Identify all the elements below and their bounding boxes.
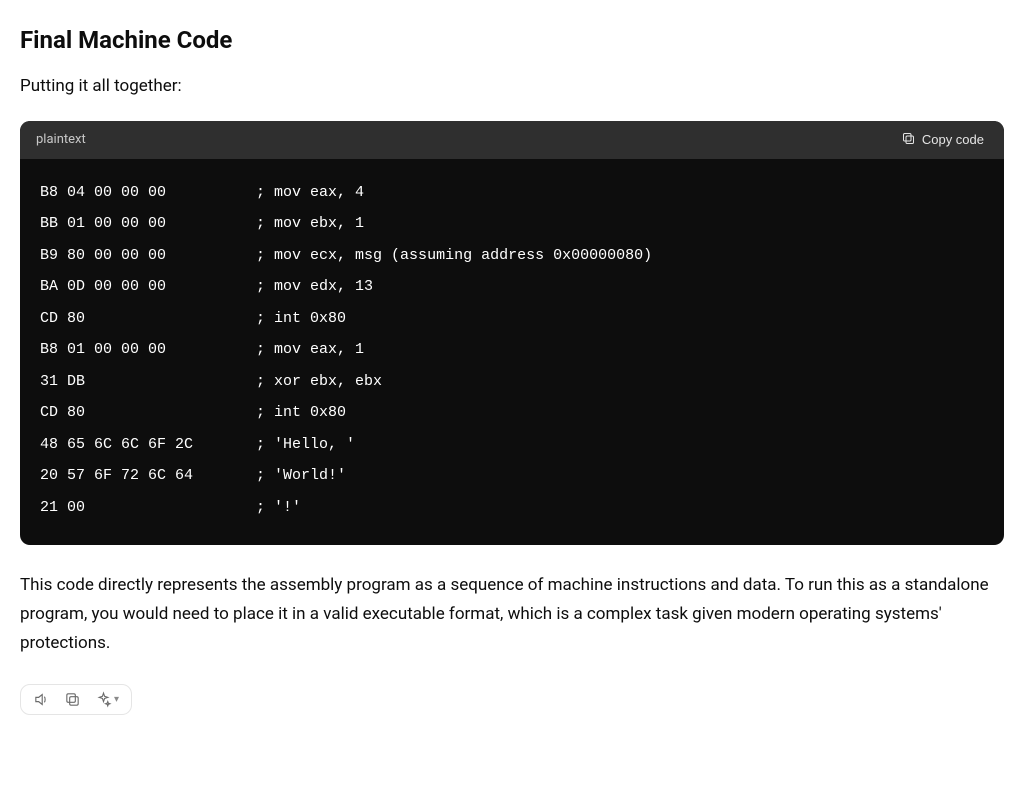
- intro-text: Putting it all together:: [20, 72, 1004, 101]
- copy-icon: [901, 131, 916, 149]
- section-heading: Final Machine Code: [20, 26, 1004, 54]
- code-language-label: plaintext: [36, 132, 86, 147]
- copy-message-button[interactable]: [64, 691, 81, 708]
- code-body[interactable]: B8 04 00 00 00 ; mov eax, 4 BB 01 00 00 …: [20, 159, 1004, 546]
- chevron-down-icon: ▾: [114, 694, 119, 705]
- message-action-bar: ▾: [20, 684, 132, 715]
- regenerate-button[interactable]: ▾: [95, 691, 119, 708]
- copy-code-button[interactable]: Copy code: [897, 129, 988, 151]
- copy-code-label: Copy code: [922, 132, 984, 147]
- sparkle-icon: [95, 691, 112, 708]
- code-block: plaintext Copy code B8 04 00 00 00 ; mov…: [20, 121, 1004, 546]
- read-aloud-button[interactable]: [33, 691, 50, 708]
- outro-text: This code directly represents the assemb…: [20, 571, 1004, 658]
- code-block-header: plaintext Copy code: [20, 121, 1004, 159]
